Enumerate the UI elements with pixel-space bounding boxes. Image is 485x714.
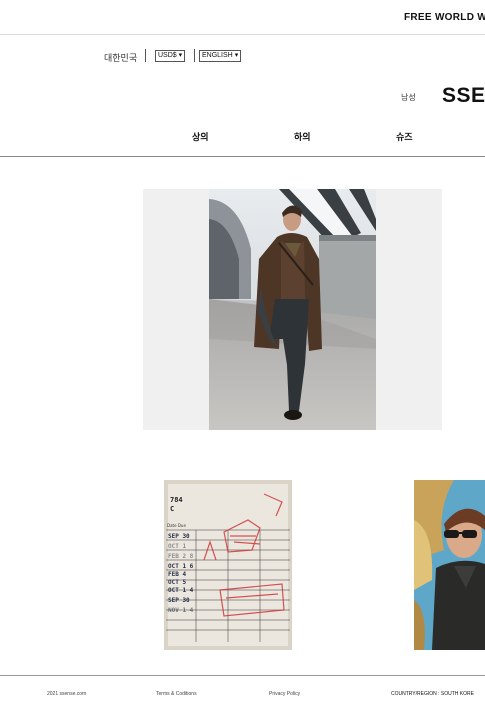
svg-text:OCT 1 4: OCT 1 4 (168, 587, 194, 594)
runway-model-image (209, 189, 376, 430)
svg-text:C: C (170, 505, 174, 513)
currency-select-value: USD$ (158, 52, 177, 59)
locale-divider (194, 49, 195, 62)
svg-text:OCT 1: OCT 1 (168, 543, 186, 550)
footer-region-selector[interactable]: COUNTRY/REGION : SOUTH KORE (391, 691, 474, 697)
chevron-down-icon: ▾ (178, 52, 183, 59)
footer-copyright: 2021 ssense.com (47, 691, 87, 697)
footer-privacy-link[interactable]: Privacy Policy (269, 691, 300, 697)
nav-item-bottoms[interactable]: 하의 (294, 130, 311, 143)
nav-item-tops[interactable]: 상의 (192, 130, 209, 143)
nav-item-shoes[interactable]: 슈즈 (396, 130, 413, 143)
header-divider (0, 156, 485, 157)
svg-text:FEB 2 8: FEB 2 8 (168, 553, 194, 560)
promo-banner-text[interactable]: FREE WORLD WI (404, 12, 485, 23)
gender-nav-men[interactable]: 남성 (401, 92, 416, 103)
promo-banner: FREE WORLD WI (0, 0, 485, 35)
svg-text:NOV 1 4: NOV 1 4 (168, 607, 194, 614)
model-sunglasses-image (414, 480, 485, 650)
product-tile[interactable] (414, 480, 485, 650)
locale-divider (145, 49, 146, 62)
svg-text:FEB 4: FEB 4 (168, 571, 186, 578)
svg-text:OCT 5: OCT 5 (168, 579, 186, 586)
brand-logo[interactable]: SSEN (442, 84, 485, 108)
chevron-down-icon: ▾ (234, 52, 239, 59)
language-select-value: ENGLISH (202, 52, 233, 59)
date-due-card-image: 784 C Date Due SEP 30 OCT 1 FEB 2 8 OCT … (164, 480, 292, 650)
product-tile[interactable]: 784 C Date Due SEP 30 OCT 1 FEB 2 8 OCT … (164, 480, 292, 650)
svg-text:OCT 1 6: OCT 1 6 (168, 563, 194, 570)
hero-image[interactable] (209, 189, 376, 430)
page: FREE WORLD WI 대한민국 USD$ ▾ ENGLISH ▾ 남성 S… (0, 0, 485, 714)
svg-text:SEP 30: SEP 30 (168, 533, 190, 540)
svg-text:784: 784 (170, 496, 183, 504)
country-selector[interactable]: 대한민국 (104, 51, 137, 64)
svg-text:SEP 30: SEP 30 (168, 597, 190, 604)
footer-divider (0, 675, 485, 676)
footer-terms-link[interactable]: Terms & Coditions (156, 691, 197, 697)
svg-text:Date Due: Date Due (167, 523, 186, 528)
language-select[interactable]: ENGLISH ▾ (199, 50, 242, 62)
currency-select[interactable]: USD$ ▾ (155, 50, 186, 62)
